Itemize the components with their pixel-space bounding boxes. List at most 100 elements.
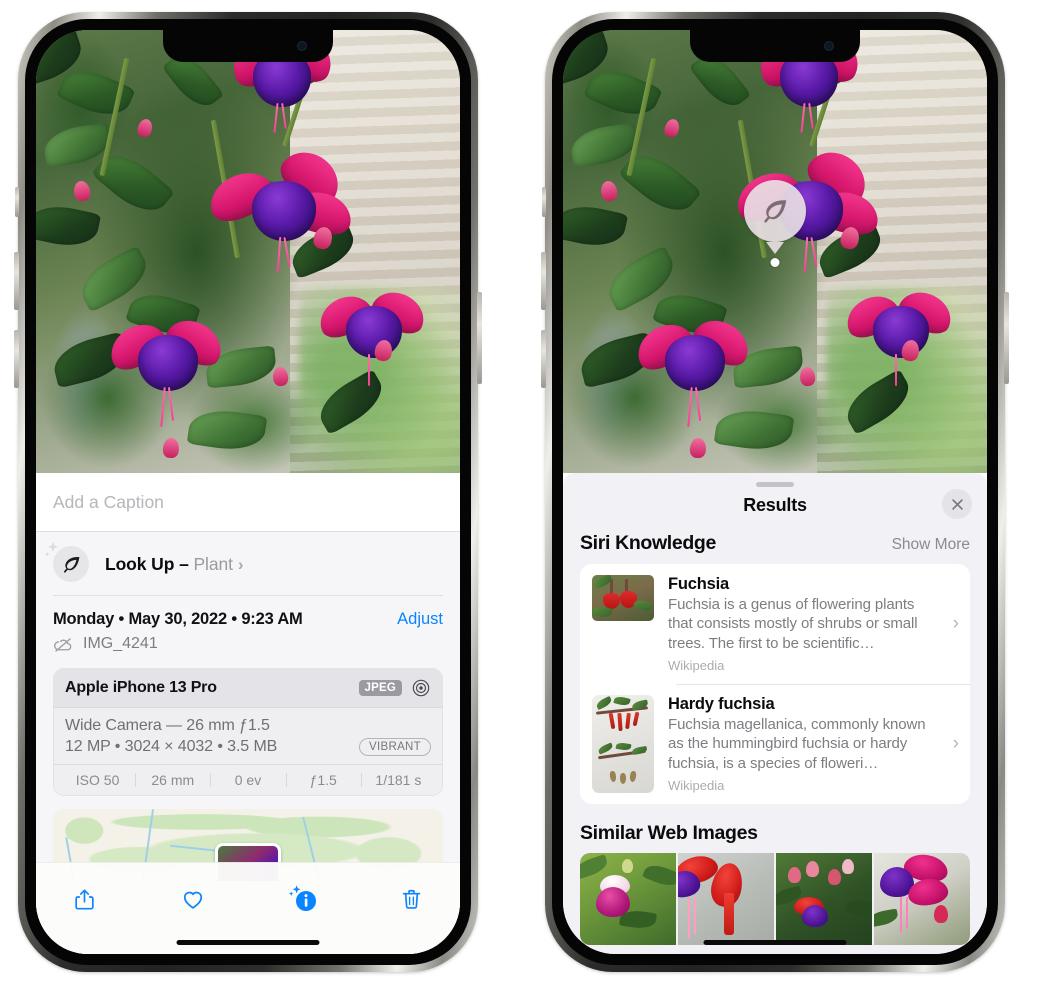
- exif-shutter: 1/181 s: [360, 772, 436, 788]
- card-source: Wikipedia: [668, 778, 725, 794]
- exif-exposure: 0 ev: [210, 772, 285, 788]
- caption-placeholder: Add a Caption: [53, 491, 164, 512]
- card-thumbnail: [592, 575, 654, 621]
- similar-web-images-title: Similar Web Images: [580, 822, 758, 845]
- cloud-slash-icon: [54, 637, 72, 652]
- left-phone-screen: Add a Caption Look Up – Plant › Monday •…: [36, 30, 460, 954]
- marker-anchor-dot: [770, 258, 780, 267]
- chevron-right-icon: ›: [952, 733, 959, 755]
- lens-line: Wide Camera — 26 mm ƒ1.5: [65, 716, 270, 734]
- home-indicator[interactable]: [703, 940, 847, 945]
- info-button[interactable]: [281, 879, 325, 919]
- right-phone-bezel: Results Siri Knowledge Show More Fuchsia…: [552, 19, 998, 965]
- screenshot-root: Add a Caption Look Up – Plant › Monday •…: [0, 0, 1055, 985]
- look-up-dash: –: [179, 553, 189, 574]
- look-up-label: Look Up – Plant ›: [105, 553, 244, 575]
- close-button[interactable]: [942, 489, 972, 519]
- volume-down-button[interactable]: [14, 330, 19, 388]
- results-header: Results: [563, 487, 987, 530]
- photo-info-sheet: Add a Caption Look Up – Plant › Monday •…: [36, 473, 460, 954]
- visual-lookup-marker[interactable]: [744, 180, 806, 267]
- power-button[interactable]: [1004, 292, 1009, 384]
- aperture-icon: [412, 679, 430, 696]
- share-icon: [74, 889, 94, 909]
- file-name: IMG_4241: [83, 635, 158, 652]
- left-iphone-device: Add a Caption Look Up – Plant › Monday •…: [14, 12, 482, 972]
- right-iphone-device: Results Siri Knowledge Show More Fuchsia…: [541, 12, 1009, 972]
- mute-switch[interactable]: [542, 187, 546, 217]
- close-icon: [951, 498, 963, 510]
- card-description: Fuchsia is a genus of flowering plants t…: [668, 596, 918, 652]
- marker-bubble: [744, 180, 806, 242]
- camera-card-header-right: JPEG: [358, 678, 431, 698]
- photo-viewer[interactable]: [36, 30, 460, 473]
- specs-line: 12 MP • 3024 × 4032 • 3.5 MB: [65, 737, 278, 755]
- caption-input[interactable]: Add a Caption: [36, 473, 460, 532]
- volume-down-button[interactable]: [541, 330, 546, 388]
- format-badge: JPEG: [358, 679, 402, 696]
- exif-focal: 26 mm: [135, 772, 210, 788]
- right-phone-screen: Results Siri Knowledge Show More Fuchsia…: [563, 30, 987, 954]
- volume-up-button[interactable]: [14, 252, 19, 310]
- exif-iso: ISO 50: [75, 771, 120, 788]
- file-row: IMG_4241: [36, 629, 460, 668]
- sparkle-icon: [44, 541, 58, 557]
- front-camera-icon: [824, 41, 834, 51]
- show-more-button[interactable]: Show More: [892, 536, 970, 554]
- left-phone-bezel: Add a Caption Look Up – Plant › Monday •…: [25, 19, 471, 965]
- camera-info-card: Apple iPhone 13 Pro JPEG Wide Camera — 2…: [53, 667, 443, 796]
- share-button[interactable]: [62, 879, 106, 919]
- photo-date: Monday • May 30, 2022 • 9:23 AM: [53, 609, 303, 628]
- notch: [163, 30, 333, 62]
- heart-icon: [184, 891, 203, 909]
- home-indicator[interactable]: [176, 940, 320, 945]
- web-image-tile[interactable]: [580, 853, 676, 946]
- photo-viewer[interactable]: [563, 30, 987, 473]
- web-image-tile[interactable]: [874, 853, 970, 946]
- results-title: Results: [743, 495, 807, 515]
- camera-card-header: Apple iPhone 13 Pro JPEG: [54, 668, 442, 708]
- leaf-icon: [764, 200, 787, 223]
- delete-button[interactable]: [390, 879, 434, 919]
- marker-tail: [766, 242, 784, 254]
- mute-switch[interactable]: [15, 187, 19, 217]
- camera-card-body: Wide Camera — 26 mm ƒ1.5 12 MP • 3024 × …: [54, 707, 442, 764]
- power-button[interactable]: [477, 292, 482, 384]
- leaf-icon: [63, 556, 79, 573]
- exif-aperture: ƒ1.5: [285, 772, 361, 788]
- camera-device-name: Apple iPhone 13 Pro: [65, 678, 217, 696]
- specs-row: 12 MP • 3024 × 4032 • 3.5 MB VIBRANT: [65, 737, 431, 756]
- knowledge-card[interactable]: Hardy fuchsia Fuchsia magellanica, commo…: [580, 684, 970, 804]
- knowledge-card[interactable]: Fuchsia Fuchsia is a genus of flowering …: [580, 564, 970, 684]
- photographic-style-badge: VIBRANT: [359, 737, 431, 756]
- look-up-badge: [44, 541, 89, 582]
- look-up-title: Look Up: [105, 553, 175, 574]
- siri-knowledge-cards: Fuchsia Fuchsia is a genus of flowering …: [580, 564, 970, 805]
- front-camera-icon: [297, 41, 307, 51]
- results-sheet: Results Siri Knowledge Show More Fuchsia…: [563, 473, 987, 954]
- card-text: Fuchsia Fuchsia is a genus of flowering …: [668, 575, 949, 673]
- siri-knowledge-title: Siri Knowledge: [580, 532, 716, 554]
- chevron-right-icon: ›: [952, 613, 959, 635]
- adjust-button[interactable]: Adjust: [397, 610, 443, 629]
- favorite-button[interactable]: [171, 879, 215, 919]
- siri-knowledge-header: Siri Knowledge Show More: [563, 530, 987, 564]
- web-image-tile[interactable]: [776, 853, 872, 946]
- card-title: Fuchsia: [668, 575, 729, 593]
- trash-icon: [403, 889, 421, 909]
- card-title: Hardy fuchsia: [668, 695, 775, 714]
- exif-row: ISO 50 26 mm 0 ev ƒ1.5 1/181 s: [54, 763, 442, 795]
- info-sparkle-icon: [288, 885, 316, 911]
- date-row: Monday • May 30, 2022 • 9:23 AM Adjust: [36, 596, 460, 629]
- similar-web-images-grid: [580, 853, 970, 946]
- notch: [690, 30, 860, 62]
- chevron-right-icon: ›: [237, 554, 244, 574]
- card-thumbnail: [592, 695, 654, 794]
- look-up-subject: Plant: [193, 553, 233, 574]
- look-up-row[interactable]: Look Up – Plant ›: [36, 532, 460, 595]
- fuchsia-photo: [36, 30, 460, 473]
- web-image-tile[interactable]: [678, 853, 774, 946]
- card-text: Hardy fuchsia Fuchsia magellanica, commo…: [668, 695, 949, 793]
- volume-up-button[interactable]: [541, 252, 546, 310]
- similar-web-images-header: Similar Web Images: [563, 804, 987, 853]
